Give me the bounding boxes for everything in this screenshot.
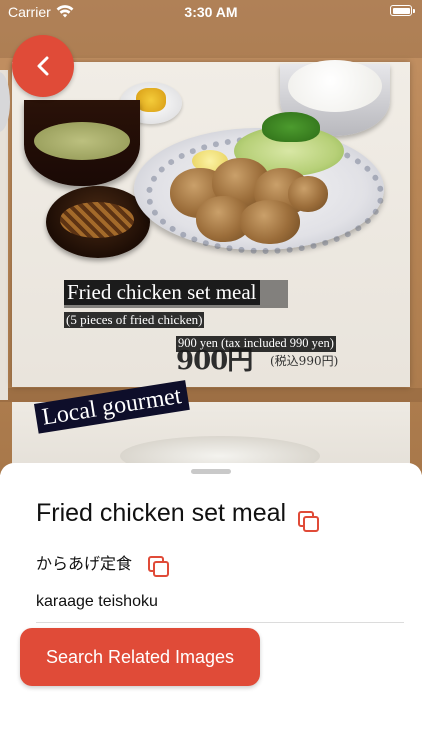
sheet-handle[interactable] xyxy=(191,469,231,474)
translation-sheet[interactable]: Fried chicken set meal からあげ定食 karaage te… xyxy=(0,463,422,750)
overlay-translation-title[interactable]: Fried chicken set meal xyxy=(64,280,260,306)
copy-icon[interactable] xyxy=(298,511,319,532)
romaji-text: karaage teishoku xyxy=(36,593,158,610)
overlay-translation-subtitle[interactable]: (5 pieces of fried chicken) xyxy=(64,312,205,329)
back-button[interactable] xyxy=(12,35,74,97)
english-translation: Fried chicken set meal xyxy=(36,499,287,527)
original-tax-print: (税込990円) xyxy=(270,354,339,368)
chevron-left-icon xyxy=(37,56,49,76)
divider xyxy=(36,622,404,623)
japanese-text: からあげ定食 xyxy=(36,554,133,573)
search-related-images-button[interactable]: Search Related Images xyxy=(20,628,260,686)
status-time: 3:30 AM xyxy=(184,4,238,20)
battery-icon xyxy=(390,5,415,16)
overlay-translation-price[interactable]: 900 yen (tax included 990 yen) xyxy=(176,336,336,352)
copy-icon[interactable] xyxy=(148,556,169,577)
status-bar: Carrier 3:30 AM xyxy=(0,0,422,24)
